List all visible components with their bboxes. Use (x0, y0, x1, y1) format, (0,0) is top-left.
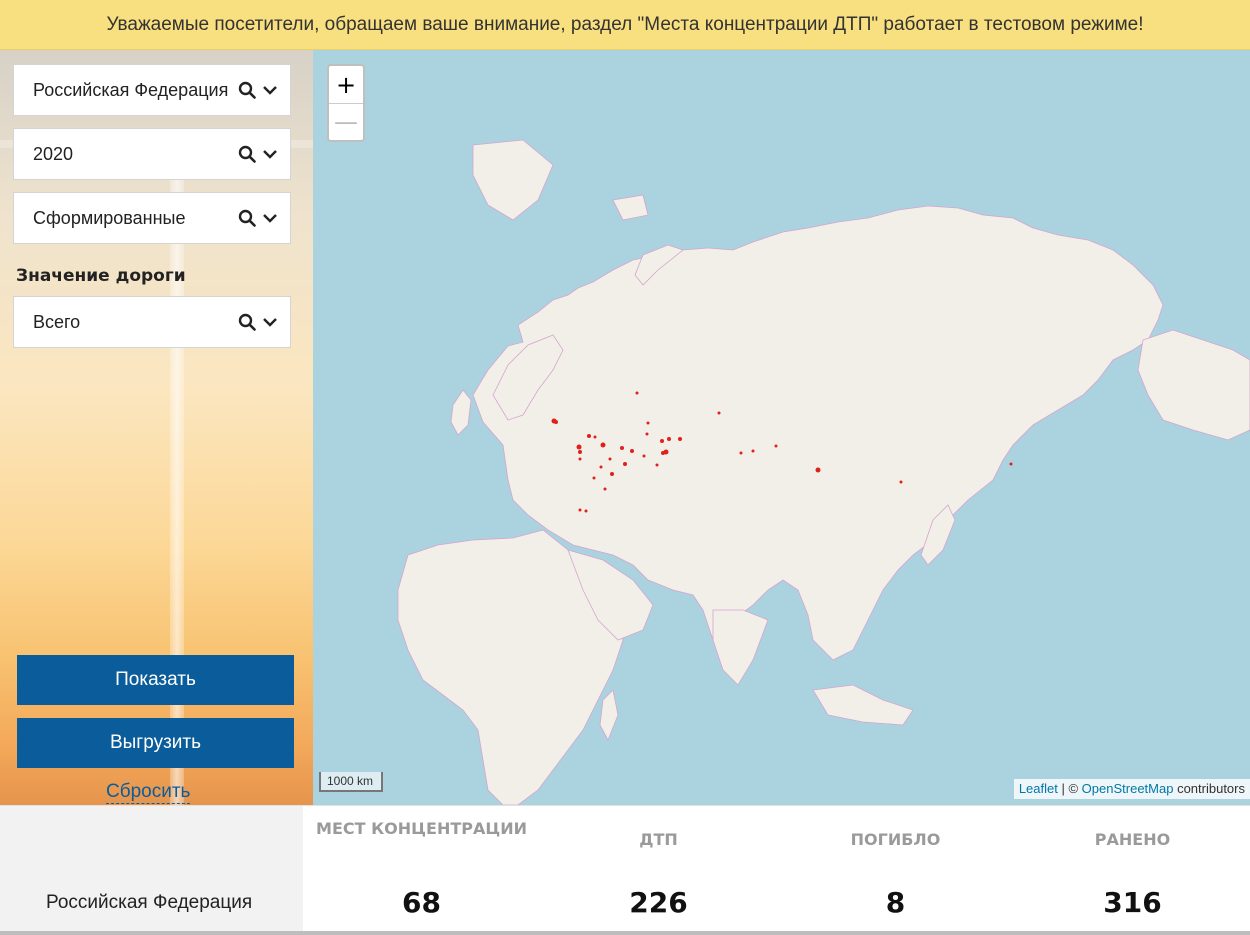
stats-region-cell: Российская Федерация (0, 806, 303, 932)
landmass-greenland (472, 139, 554, 221)
map-marker[interactable] (645, 432, 649, 436)
stat-value: 316 (1103, 886, 1162, 919)
leaflet-link[interactable]: Leaflet (1019, 781, 1058, 796)
map-marker[interactable] (667, 437, 671, 441)
road-type-label: Значение дороги (16, 266, 186, 286)
filter-sidebar: Российская Федерация 2020 Сформированные… (0, 50, 313, 805)
region-select[interactable]: Российская Федерация (13, 64, 291, 116)
background-decoration-pole (170, 160, 184, 805)
stat-killed: ПОГИБЛО 8 (777, 806, 1014, 932)
notice-banner: Уважаемые посетители, обращаем ваше вним… (0, 0, 1250, 50)
landmass-svalbard (612, 194, 649, 221)
map-marker[interactable] (655, 463, 659, 467)
reset-link[interactable]: Сбросить (106, 781, 191, 804)
map-marker[interactable] (554, 420, 558, 424)
map-marker[interactable] (630, 449, 634, 453)
stat-value: 8 (885, 886, 906, 919)
map-marker[interactable] (663, 449, 669, 455)
stats-region-name: Российская Федерация (46, 892, 253, 913)
chevron-down-icon[interactable] (262, 316, 278, 328)
map-marker[interactable] (660, 439, 664, 443)
map-marker[interactable] (584, 509, 588, 513)
map-marker[interactable] (587, 434, 591, 438)
map-marker[interactable] (578, 450, 582, 454)
openstreetmap-link[interactable]: OpenStreetMap (1082, 781, 1174, 796)
map-scale: 1000 km (319, 772, 383, 792)
road-type-select[interactable]: Всего (13, 296, 291, 348)
zoom-out-button[interactable]: — (329, 103, 363, 140)
map-marker[interactable] (578, 508, 582, 512)
map-marker[interactable] (717, 411, 721, 415)
bottom-divider (0, 931, 1250, 935)
search-icon[interactable] (238, 313, 256, 331)
show-button[interactable]: Показать (17, 655, 294, 705)
status-select[interactable]: Сформированные (13, 192, 291, 244)
chevron-down-icon[interactable] (262, 148, 278, 160)
landmass-india (712, 609, 769, 686)
stat-value: 68 (402, 886, 441, 919)
search-icon[interactable] (238, 145, 256, 163)
region-select-value: Российская Федерация (33, 79, 229, 100)
road-type-select-value: Всего (33, 311, 81, 332)
map-marker[interactable] (739, 451, 743, 455)
stats-columns: МЕСТ КОНЦЕНТРАЦИИ 68 ДТП 226 ПОГИБЛО 8 Р… (303, 806, 1250, 932)
map-marker[interactable] (635, 391, 639, 395)
landmass-britain (450, 389, 472, 436)
search-icon[interactable] (238, 209, 256, 227)
map-marker[interactable] (610, 472, 614, 476)
zoom-in-button[interactable]: + (329, 66, 363, 103)
landmass-madagascar (599, 689, 619, 741)
year-select[interactable]: 2020 (13, 128, 291, 180)
map-marker[interactable] (603, 487, 607, 491)
map-marker[interactable] (620, 446, 624, 450)
map-marker[interactable] (608, 457, 612, 461)
stat-label: МЕСТ КОНЦЕНТРАЦИИ (316, 819, 527, 838)
attribution-separator: | © (1057, 781, 1082, 796)
map-marker[interactable] (642, 454, 646, 458)
export-button[interactable]: Выгрузить (17, 718, 294, 768)
map-marker[interactable] (815, 467, 821, 473)
stat-injured: РАНЕНО 316 (1014, 806, 1250, 932)
stat-label: РАНЕНО (1094, 830, 1171, 849)
map-marker[interactable] (576, 444, 582, 450)
map-view[interactable]: + — 1000 km Leaflet | © OpenStreetMap co… (313, 50, 1250, 805)
map-canvas[interactable] (313, 50, 1250, 805)
chevron-down-icon[interactable] (262, 84, 278, 96)
stat-value: 226 (629, 886, 688, 919)
chevron-down-icon[interactable] (262, 212, 278, 224)
stat-label: ПОГИБЛО (850, 830, 941, 849)
map-attribution: Leaflet | © OpenStreetMap contributors (1013, 779, 1250, 799)
zoom-control: + — (327, 64, 365, 142)
landmass-alaska (1137, 329, 1250, 441)
stat-concentration-places: МЕСТ КОНЦЕНТРАЦИИ 68 (303, 806, 540, 932)
search-icon[interactable] (238, 81, 256, 99)
map-marker[interactable] (899, 480, 903, 484)
attribution-contributors: contributors (1173, 781, 1245, 796)
map-marker[interactable] (678, 437, 682, 441)
stat-label: ДТП (639, 830, 678, 849)
stat-accidents: ДТП 226 (540, 806, 777, 932)
year-select-value: 2020 (33, 143, 74, 164)
stats-panel: Российская Федерация МЕСТ КОНЦЕНТРАЦИИ 6… (0, 805, 1250, 935)
map-marker[interactable] (1009, 462, 1013, 466)
map-marker[interactable] (599, 465, 603, 469)
map-marker[interactable] (593, 435, 597, 439)
map-marker[interactable] (774, 444, 778, 448)
landmass-indonesia (812, 684, 914, 726)
map-marker[interactable] (646, 421, 650, 425)
map-marker[interactable] (592, 476, 596, 480)
map-marker[interactable] (600, 442, 606, 448)
map-marker[interactable] (578, 457, 582, 461)
map-marker[interactable] (751, 449, 755, 453)
map-marker[interactable] (623, 462, 627, 466)
notice-banner-text: Уважаемые посетители, обращаем ваше вним… (106, 13, 1144, 35)
status-select-value: Сформированные (33, 207, 186, 228)
